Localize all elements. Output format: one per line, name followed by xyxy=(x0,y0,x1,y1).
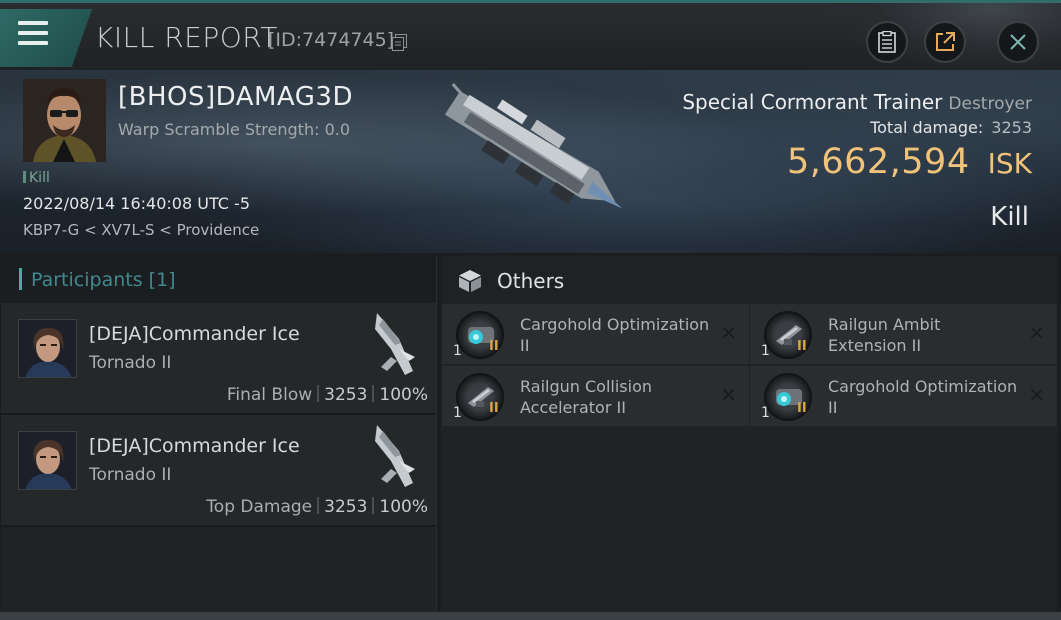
participant-stats: Top Damage 3253 100% xyxy=(206,497,428,517)
participant-ship: Tornado II xyxy=(89,465,172,485)
victim-ship-class: Destroyer xyxy=(948,94,1032,114)
item-row[interactable]: 1 II Railgun Collision Accelerator II ✕ xyxy=(442,366,749,426)
hamburger-menu-icon[interactable] xyxy=(18,21,48,45)
isk-unit: ISK xyxy=(987,147,1032,180)
participant-damage: 3253 xyxy=(324,497,368,517)
item-row[interactable]: 1 II Cargohold Optimization II ✕ xyxy=(750,366,1057,426)
pilot-portrait-image xyxy=(23,79,106,162)
item-name: Cargohold Optimization II xyxy=(520,315,710,355)
item-name: Railgun Collision Accelerator II xyxy=(520,377,652,417)
participant-name[interactable]: [DEJA]Commander Ice xyxy=(89,435,300,457)
participant-ship: Tornado II xyxy=(89,353,172,373)
kill-tag: Kill xyxy=(23,170,50,186)
tech-level-badge: II xyxy=(489,401,499,416)
stat-separator xyxy=(372,497,375,514)
item-quantity: 1 xyxy=(453,343,462,359)
participants-accent-bar xyxy=(19,268,22,290)
participant-stats: Final Blow 3253 100% xyxy=(227,385,428,405)
victim-ship-line: Special Cormorant Trainer Destroyer xyxy=(682,90,1032,114)
others-header: Others xyxy=(441,256,1057,303)
item-row[interactable]: 1 II Railgun Ambit Extension II ✕ xyxy=(750,304,1057,364)
cube-icon xyxy=(459,270,481,292)
participant-damage: 3253 xyxy=(324,385,368,405)
tech-level-badge: II xyxy=(797,401,807,416)
others-title: Others xyxy=(497,269,565,293)
total-damage: Total damage: 3253 xyxy=(870,118,1032,137)
item-row[interactable]: 1 II Cargohold Optimization II ✕ xyxy=(442,304,749,364)
item-quantity: 1 xyxy=(761,405,770,421)
destroyed-x-icon: ✕ xyxy=(1028,383,1045,407)
window-title: KILL REPORT xyxy=(95,21,278,54)
kill-datetime: 2022/08/14 16:40:08 UTC -5 xyxy=(23,194,251,213)
victim-banner: [BHOS]DAMAG3D Warp Scramble Strength: 0.… xyxy=(0,70,1061,253)
participant-portrait[interactable] xyxy=(18,431,77,490)
external-link-icon xyxy=(936,32,955,51)
kill-report-header: KILL REPORT [ID:7474745] xyxy=(0,0,1061,73)
total-damage-value: 3253 xyxy=(991,118,1032,137)
tech-level-badge: II xyxy=(797,339,807,354)
participant-percent: 100% xyxy=(379,385,428,405)
participant-role: Top Damage xyxy=(206,497,313,517)
participant-ship-image[interactable] xyxy=(369,421,421,493)
others-panel: Others 1 II Cargohold Optimization II ✕ … xyxy=(441,256,1057,612)
destroyed-x-icon: ✕ xyxy=(720,383,737,407)
participant-percent: 100% xyxy=(379,497,428,517)
participants-header: Participants [1] xyxy=(1,256,436,303)
kill-id: [ID:7474745] xyxy=(268,29,395,51)
participants-count: [1] xyxy=(148,269,176,291)
warp-scramble-strength: Warp Scramble Strength: 0.0 xyxy=(118,120,351,139)
stat-separator xyxy=(317,385,320,402)
victim-ship-name[interactable]: Special Cormorant Trainer xyxy=(682,90,942,114)
victim-ship-render[interactable] xyxy=(415,78,645,238)
clipboard-button[interactable] xyxy=(866,21,908,63)
isk-value-line: 5,662,594 ISK xyxy=(787,142,1032,182)
destroyed-x-icon: ✕ xyxy=(720,321,737,345)
stat-separator xyxy=(317,497,320,514)
close-button[interactable] xyxy=(997,21,1039,63)
participant-row[interactable]: [DEJA]Commander Ice Tornado II Final Blo… xyxy=(1,303,436,415)
copy-icon[interactable] xyxy=(392,34,407,51)
participant-portrait-image xyxy=(19,320,76,377)
victim-name[interactable]: [BHOS]DAMAG3D xyxy=(118,82,353,112)
participant-role: Final Blow xyxy=(226,385,313,405)
participant-name[interactable]: [DEJA]Commander Ice xyxy=(89,323,300,345)
share-button[interactable] xyxy=(924,21,966,63)
participant-row[interactable]: [DEJA]Commander Ice Tornado II Top Damag… xyxy=(1,415,436,527)
participant-portrait-image xyxy=(19,432,76,489)
result-label: Kill xyxy=(990,202,1029,232)
item-quantity: 1 xyxy=(761,343,770,359)
item-quantity: 1 xyxy=(453,405,462,421)
participant-ship-image[interactable] xyxy=(369,309,421,381)
destroyed-x-icon: ✕ xyxy=(1028,321,1045,345)
stat-separator xyxy=(372,385,375,402)
participants-label: Participants xyxy=(31,269,143,291)
tech-level-badge: II xyxy=(489,339,499,354)
window-bottom-border xyxy=(0,612,1061,620)
total-damage-label: Total damage: xyxy=(870,118,984,137)
participants-title: Participants [1] xyxy=(31,269,176,291)
kill-location[interactable]: KBP7-G < XV7L-S < Providence xyxy=(23,221,259,239)
item-name: Cargohold Optimization II xyxy=(828,377,1018,417)
close-icon xyxy=(1010,34,1026,50)
participants-panel: Participants [1] [DEJA]Commander Ice Tor… xyxy=(1,256,437,612)
victim-portrait[interactable] xyxy=(23,79,106,162)
participant-portrait[interactable] xyxy=(18,319,77,378)
isk-value: 5,662,594 xyxy=(786,142,970,182)
item-name: Railgun Ambit Extension II xyxy=(828,315,941,355)
clipboard-icon xyxy=(878,31,896,53)
